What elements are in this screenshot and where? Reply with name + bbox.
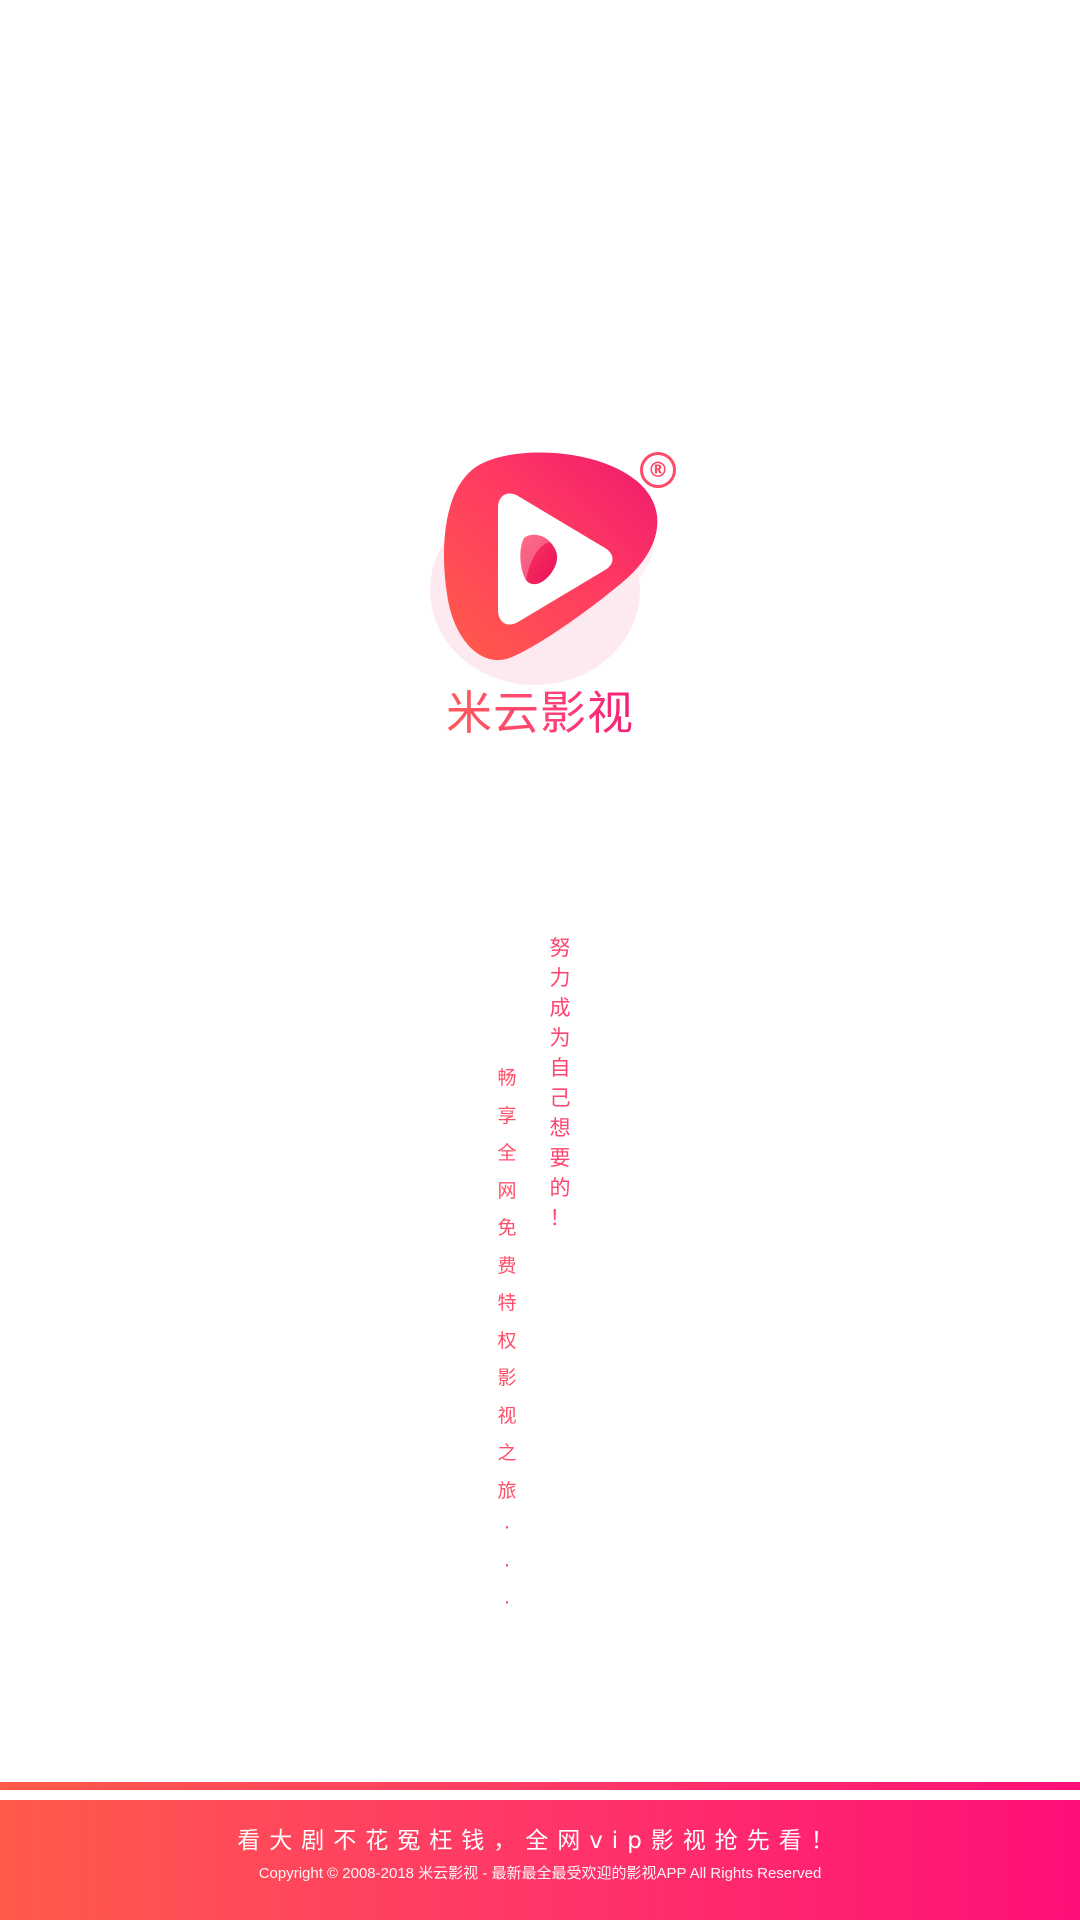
slogan-char: 的	[549, 1176, 571, 1200]
app-name: 米云影视	[440, 683, 640, 743]
slogan-vertical-right: 努力成为自己想要的 ！	[545, 933, 575, 1233]
splash-screen: ® 米云影视 努力成为自己想要的 ！ 畅享全网免费特权影视之旅 · · · 看大剧不花冤…	[0, 0, 1080, 1920]
footer-slogan: 看大剧不花冤枉钱，全网vip影视抢先看！	[237, 1828, 843, 1854]
slogan-char: 之	[497, 1442, 517, 1464]
slogan-char: 努	[549, 936, 571, 960]
copyright-text: Copyright © 2008-2018 米云影视 - 最新最全最受欢迎的影视…	[258, 1865, 822, 1882]
slogan-char: 特	[497, 1292, 517, 1314]
slogan-char: 影	[497, 1367, 517, 1389]
slogan-char: 为	[549, 1026, 571, 1050]
slogan-char: 享	[497, 1104, 517, 1127]
slogan-char: ·	[503, 1592, 511, 1614]
slogan-char: 力	[549, 966, 571, 990]
registered-trademark-icon: ®	[640, 452, 676, 488]
slogan-char: 成	[549, 996, 571, 1020]
slogan-char: 想	[549, 1116, 571, 1140]
slogan-char: 畅	[497, 1067, 517, 1089]
slogan-char: 己	[549, 1086, 571, 1110]
slogan-char: 网	[497, 1179, 517, 1202]
slogan-char: ！	[549, 1206, 571, 1230]
footer-stripe	[0, 1782, 1080, 1790]
slogan-char: 自	[549, 1056, 571, 1080]
slogan-char: 费	[497, 1254, 517, 1277]
play-triangle-icon	[430, 452, 658, 685]
app-logo	[420, 440, 680, 700]
slogan-char: ·	[503, 1517, 511, 1539]
slogan-char: 权	[497, 1329, 517, 1352]
footer-banner: 看大剧不花冤枉钱，全网vip影视抢先看！ Copyright © 2008-20…	[0, 1800, 1080, 1920]
slogan-char: 要	[549, 1146, 571, 1170]
slogan-char: 全	[497, 1142, 517, 1164]
slogan-char: 视	[497, 1404, 517, 1427]
slogan-char: 免	[497, 1217, 517, 1239]
slogan-char: ·	[503, 1554, 511, 1577]
slogan-vertical-left: 畅享全网免费特权影视之旅 · · ·	[492, 1060, 522, 1623]
slogan-char: 旅	[497, 1479, 517, 1502]
